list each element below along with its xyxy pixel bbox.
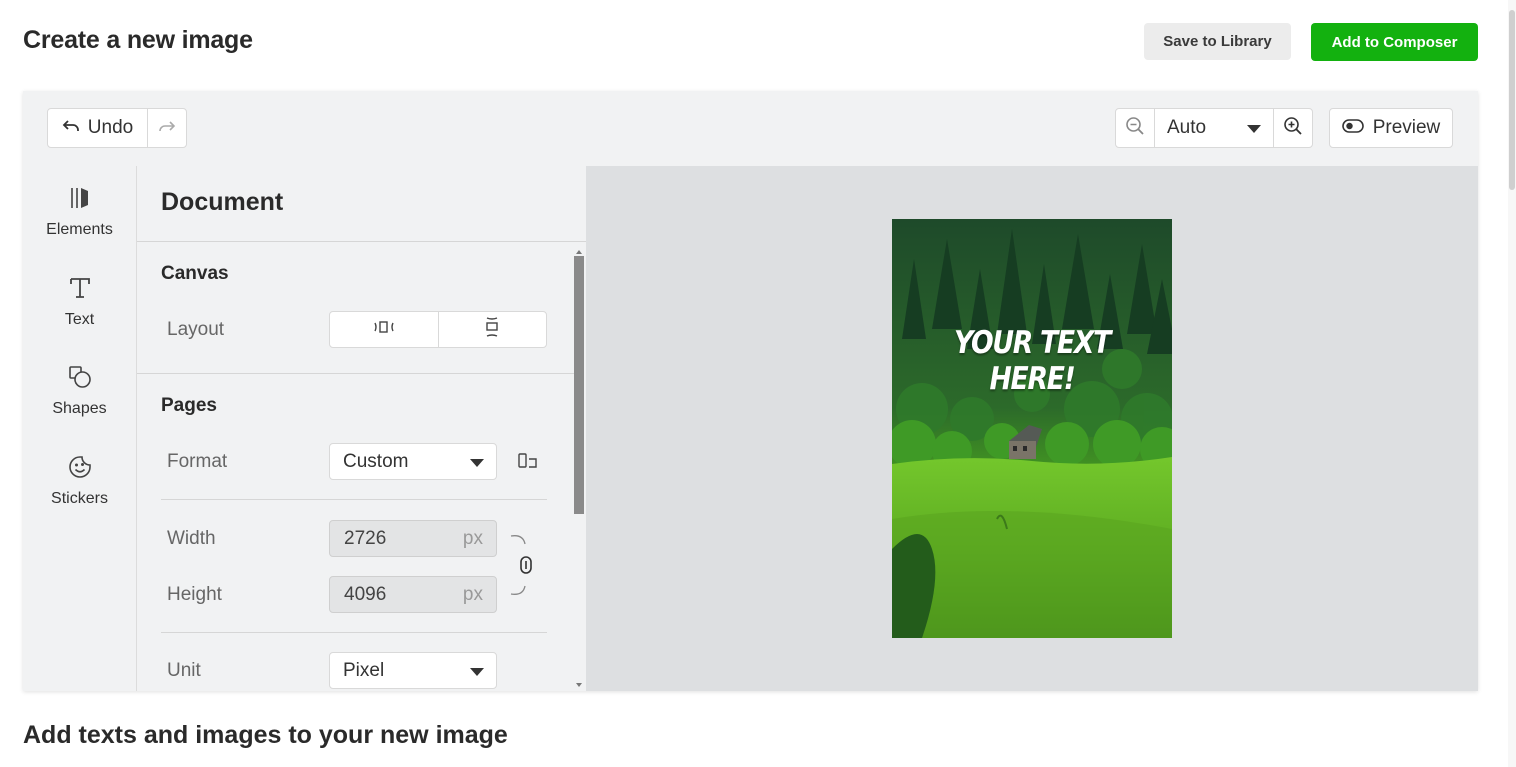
save-to-library-button[interactable]: Save to Library bbox=[1144, 23, 1291, 60]
divider bbox=[137, 373, 574, 374]
format-label: Format bbox=[167, 451, 228, 472]
divider bbox=[137, 241, 586, 242]
zoom-in-icon bbox=[1283, 116, 1303, 141]
rail-item-text[interactable]: Text bbox=[23, 276, 136, 329]
text-icon bbox=[69, 276, 91, 305]
canvas-text-element[interactable]: YOUR TEXT HERE! bbox=[912, 325, 1153, 397]
rail-item-shapes[interactable]: Shapes bbox=[23, 365, 136, 418]
page-scrollbar-thumb[interactable] bbox=[1509, 10, 1515, 190]
zoom-in-button[interactable] bbox=[1274, 109, 1312, 147]
orientation-toggle-button[interactable] bbox=[517, 452, 539, 475]
zoom-level-select[interactable]: Auto bbox=[1154, 109, 1274, 147]
editor-toolbar: Undo Auto Preview bbox=[23, 91, 1478, 166]
rail-item-label: Text bbox=[64, 311, 95, 328]
zoom-out-icon bbox=[1125, 116, 1145, 141]
panel-scrollbar-thumb[interactable] bbox=[574, 256, 584, 514]
undo-button[interactable]: Undo bbox=[48, 109, 148, 147]
layout-vertical-button[interactable] bbox=[437, 312, 547, 347]
redo-icon bbox=[158, 119, 176, 137]
orientation-icon bbox=[517, 453, 539, 474]
format-value: Custom bbox=[343, 450, 409, 472]
height-unit: px bbox=[462, 583, 483, 605]
layout-horizontal-button[interactable] bbox=[330, 312, 438, 347]
unit-label: Unit bbox=[167, 660, 201, 681]
undo-label: Undo bbox=[87, 117, 134, 138]
rail-item-label: Stickers bbox=[51, 490, 108, 507]
canvas-section-title: Canvas bbox=[161, 263, 229, 284]
stickers-icon bbox=[68, 455, 92, 484]
layout-vertical-icon bbox=[484, 315, 500, 344]
artboard[interactable]: YOUR TEXT HERE! bbox=[892, 219, 1172, 638]
pages-section-title: Pages bbox=[161, 395, 217, 416]
document-panel: Document Canvas Layout Pages Format Cust… bbox=[137, 166, 586, 691]
unit-select[interactable]: Pixel bbox=[329, 652, 497, 689]
unit-value: Pixel bbox=[343, 659, 385, 681]
add-to-composer-button[interactable]: Add to Composer bbox=[1311, 23, 1478, 61]
section-subtitle: Add texts and images to your new image bbox=[23, 721, 508, 749]
divider bbox=[161, 632, 547, 633]
rail-item-elements[interactable]: Elements bbox=[23, 186, 136, 239]
width-unit: px bbox=[462, 527, 483, 549]
format-select[interactable]: Custom bbox=[329, 443, 497, 480]
layout-label: Layout bbox=[167, 319, 225, 340]
width-input[interactable]: 2726 px bbox=[329, 520, 497, 557]
toggle-icon bbox=[1341, 117, 1364, 139]
tool-rail: Elements Text Shapes Stickers bbox=[23, 166, 137, 691]
layout-toggle bbox=[329, 311, 547, 348]
image-editor: Undo Auto Preview Elements Text Shapes S… bbox=[23, 91, 1478, 691]
panel-title: Document bbox=[161, 188, 284, 216]
redo-button[interactable] bbox=[148, 109, 186, 147]
page-title: Create a new image bbox=[23, 26, 253, 54]
zoom-level-value: Auto bbox=[1167, 117, 1207, 138]
history-controls: Undo bbox=[47, 108, 187, 148]
page: Create a new image Save to Library Add t… bbox=[0, 0, 1516, 767]
zoom-out-button[interactable] bbox=[1116, 109, 1154, 147]
shapes-icon bbox=[68, 365, 92, 394]
chevron-down-icon bbox=[470, 451, 484, 473]
zoom-controls: Auto bbox=[1115, 108, 1313, 148]
height-value: 4096 bbox=[344, 583, 387, 605]
preview-label: Preview bbox=[1372, 117, 1441, 138]
layout-horizontal-icon bbox=[372, 320, 396, 339]
rail-item-stickers[interactable]: Stickers bbox=[23, 455, 136, 508]
elements-icon bbox=[69, 186, 91, 215]
height-input[interactable]: 4096 px bbox=[329, 576, 497, 613]
divider bbox=[161, 499, 547, 500]
link-icon bbox=[507, 535, 533, 602]
background-photo bbox=[892, 219, 1172, 638]
rail-item-label: Shapes bbox=[52, 400, 107, 417]
undo-icon bbox=[62, 117, 80, 139]
width-label: Width bbox=[167, 528, 216, 549]
chevron-down-icon bbox=[1247, 117, 1261, 139]
chevron-down-icon bbox=[470, 660, 484, 682]
rail-item-label: Elements bbox=[46, 221, 113, 238]
canvas-area[interactable]: YOUR TEXT HERE! bbox=[586, 166, 1478, 691]
aspect-lock-button[interactable] bbox=[507, 532, 533, 603]
width-value: 2726 bbox=[344, 527, 387, 549]
height-label: Height bbox=[167, 584, 222, 605]
preview-button[interactable]: Preview bbox=[1329, 108, 1453, 148]
